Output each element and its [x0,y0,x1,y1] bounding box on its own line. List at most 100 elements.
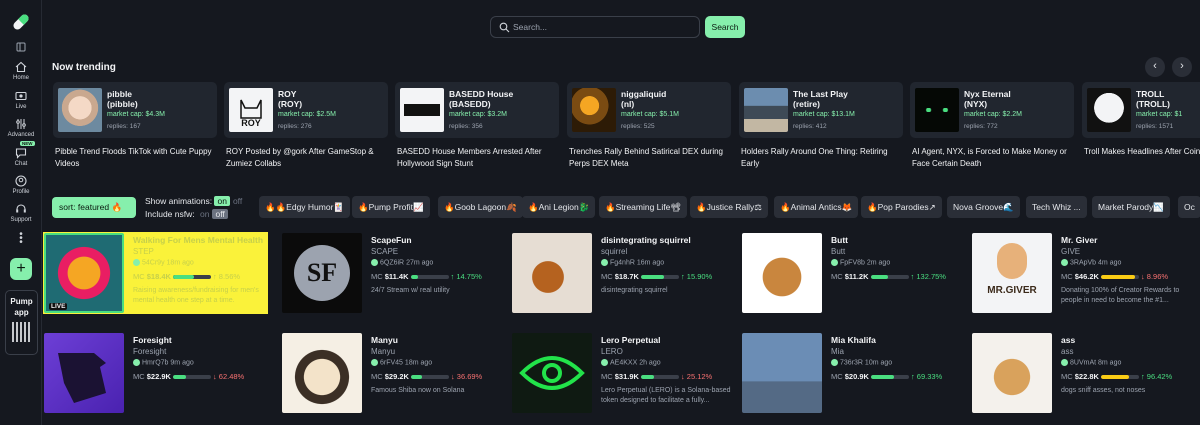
coin-description: Lero Perpetual (LERO) is a Solana-based … [601,387,731,404]
creator-id[interactable]: 6rFV45 [380,359,403,366]
nsfw-on-toggle[interactable]: on [197,209,212,219]
coin-card[interactable]: disintegrating squirrel squirrel Fg4nhR 16… [511,232,736,314]
creator-id[interactable]: HmrQ7b [142,359,168,366]
animations-off-toggle[interactable]: off [230,196,245,206]
coin-age: 18m ago [404,359,433,367]
coin-card[interactable]: ass ass 8UVmAt 8m ago MC $22.8K ↑ 96.42% dogs… [971,332,1196,414]
coin-market-cap: MC $18.4K ↑ 8.56% [133,272,241,281]
coin-mc-value: $22.8K [1074,372,1099,381]
trending-card[interactable]: BASEDD House (BASEDD) market cap: $3.2M rep… [395,82,559,138]
coin-age: 16m ago [636,259,665,267]
trending-card[interactable]: TROLL (TROLL) market cap: $1 replies: 1571 [1082,82,1200,138]
coin-card[interactable]: LIVE Walking For Mens Mental Health STEP 54… [43,232,268,314]
coin-age: 2h ago [639,359,661,367]
category-chip[interactable]: Tech Whiz ... [1026,196,1087,218]
trending-card[interactable]: niggaliquid (nl) market cap: $5.1M replies:… [567,82,731,138]
coin-card[interactable]: Manyu Manyu 6rFV45 18m ago MC $29.2K ↓ 36.69… [281,332,506,414]
trending-headline[interactable]: Troll Makes Headlines After Coinbase Lis… [1084,146,1200,158]
trending-card[interactable]: ROY ROY (ROY) market cap: $2.5M replies: 276 [224,82,388,138]
trending-headline[interactable]: ROY Posted by @gork After GameStop & Zum… [226,146,390,170]
category-chip[interactable]: Market Parody📉 [1092,196,1170,218]
creator-id[interactable]: 54Cr9y [142,259,165,266]
category-chip[interactable]: 🔥Ani Legion🐉 [522,196,596,218]
coin-card[interactable]: Butt Butt FpFV8b 2m ago MC $11.2K ↑ 132.75% [741,232,966,314]
bonding-progress-fill [172,375,187,380]
chat-icon [15,148,27,159]
more-menu-icon[interactable]: • • • [19,230,23,248]
category-chip[interactable]: 🔥Pump Profit📈 [352,196,430,218]
sidebar-item-chat[interactable]: NEW Chat [0,141,42,167]
trending-prev-button[interactable]: ‹ [1145,57,1165,77]
creator-avatar-icon [601,259,608,266]
trending-headline[interactable]: Pibble Trend Floods TikTok with Cute Pup… [55,146,219,170]
trending-card[interactable]: pibble (pibble) market cap: $4.3M replies: … [53,82,217,138]
creator-id[interactable]: Fg4nhR [610,259,635,266]
green-eye-icon [519,356,585,390]
coin-image [282,333,362,413]
app-card-line1: Pump [10,297,33,306]
coin-market-cap: MC $46.2K ↓ 8.96% [1061,272,1169,281]
coin-mc-value: $46.2K [1074,272,1099,281]
animations-on-toggle[interactable]: on [214,196,230,206]
sidebar-item-support[interactable]: Support [0,203,42,223]
trending-next-button[interactable]: › [1172,57,1192,77]
coin-card[interactable]: Foresight Foresight HmrQ7b 9m ago MC $22.9K… [43,332,268,414]
category-chip[interactable]: 🔥Pop Parodies↗ [861,196,942,218]
trending-headline[interactable]: BASEDD House Members Arrested After Holl… [397,146,561,170]
svg-text:ROY: ROY [241,118,261,128]
coin-market-cap: MC $22.9K ↓ 62.48% [133,372,245,381]
trending-card-image [58,88,102,132]
trending-card-replies: replies: 276 [278,123,312,130]
coin-change: ↑ 14.75% [450,272,482,281]
nsfw-off-toggle[interactable]: off [212,209,228,219]
trending-headline[interactable]: Holders Rally Around One Thing: Retiring… [741,146,905,170]
coin-name: Manyu [371,335,398,345]
creator-id[interactable]: 6QZ6iR [380,259,404,266]
coin-name: ScapeFun [371,235,412,245]
bonding-progress-bar [640,375,679,380]
creator-id[interactable]: AE4KXX [610,359,637,366]
sidebar-item-live[interactable]: Live [0,90,42,110]
app-card-line2: app [14,308,29,317]
category-chip[interactable]: 🔥Justice Rally⚖ [690,196,768,218]
coin-card[interactable]: Lero Perpetual LERO AE4KXX 2h ago MC $31.9K… [511,332,736,414]
create-coin-button[interactable]: + [10,258,32,280]
bonding-progress-bar [1100,375,1139,380]
trending-card[interactable]: Nyx Eternal (NYX) market cap: $2.2M replies… [910,82,1074,138]
category-chip[interactable]: 🔥🔥Edgy Humor🃏 [259,196,350,218]
sidebar-item-advanced[interactable]: Advanced [0,118,42,138]
coin-mc-value: $11.4K [384,272,409,281]
category-chip[interactable]: 🔥Streaming Life📽 [599,196,688,218]
coin-card[interactable]: SF ScapeFun SCAPE 6QZ6iR 27m ago MC $11.4K ↑ … [281,232,506,314]
coin-description: disintegrating squirrel [601,287,668,294]
category-chip[interactable]: 🔥Animal Antics🦊 [774,196,859,218]
coin-symbol: Foresight [133,347,167,356]
trending-headline[interactable]: AI Agent, NYX, is Forced to Make Money o… [912,146,1076,170]
category-chip[interactable]: Oc [1178,196,1200,218]
category-chip[interactable]: 🔥Goob Lagoon🍂 [438,196,523,218]
trending-headline[interactable]: Trenches Rally Behind Satirical DEX duri… [569,146,733,170]
category-chip[interactable]: Nova Groove🌊 [947,196,1020,218]
bonding-progress-fill [1100,275,1136,280]
pump-logo-icon[interactable] [10,11,32,33]
coin-market-cap: MC $31.9K ↓ 25.12% [601,372,713,381]
sidebar-item-profile[interactable]: Profile [0,175,42,195]
search-button[interactable]: Search [705,16,745,38]
creator-id[interactable]: 736r3R [840,359,863,366]
sidebar-item-label: Chat [14,161,28,167]
creator-id[interactable]: FpFV8b [840,259,865,266]
search-box[interactable] [490,16,700,38]
trending-card-name: pibble (pibble) [107,89,138,109]
coin-card[interactable]: Mia Khalifa Mia 736r3R 10m ago MC $20.9K ↑ 6… [741,332,966,414]
trending-card-replies: replies: 1571 [1136,123,1174,130]
creator-id[interactable]: 3RApVb [1070,259,1096,266]
trending-card[interactable]: The Last Play (retire) market cap: $13.1M r… [739,82,903,138]
sort-select[interactable]: sort: featured 🔥 [52,197,136,218]
sidebar-item-home[interactable]: Home [0,61,42,81]
creator-id[interactable]: 8UVmAt [1070,359,1096,366]
pump-app-card[interactable]: Pump app [5,290,38,355]
coin-card[interactable]: MR.GIVER Mr. Giver GIVE 3RApVb 4m ago MC $46… [971,232,1196,314]
sidebar-item-label: Advanced [7,132,35,138]
collapse-sidebar-icon[interactable] [16,42,26,52]
search-input[interactable] [513,20,693,34]
